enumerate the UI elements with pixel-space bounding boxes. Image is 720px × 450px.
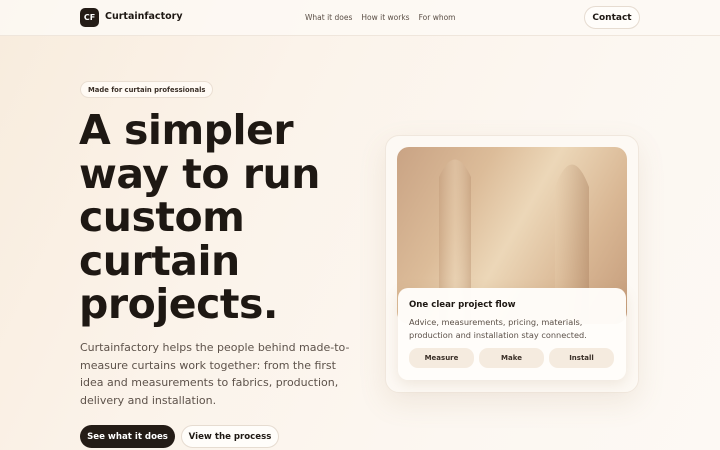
flow-card-description: Advice, measurements, pricing, materials… (409, 317, 587, 340)
headline-line: curtain (79, 236, 240, 285)
step-make: Make (479, 348, 544, 368)
view-the-process-button[interactable]: View the process (181, 425, 279, 448)
contact-button[interactable]: Contact (584, 6, 640, 29)
logo-mark[interactable]: CF (80, 8, 99, 27)
headline-line: projects. (79, 280, 278, 328)
top-nav: CF Curtainfactory What it does How it wo… (0, 0, 720, 36)
hero-headline: A simpler way to run custom curtain proj… (79, 106, 379, 328)
step-measure: Measure (409, 348, 474, 368)
project-flow-card: One clear project flow Advice, measureme… (398, 288, 626, 380)
hero-description: Curtainfactory helps the people behind m… (80, 341, 350, 407)
step-install: Install (549, 348, 614, 368)
see-what-it-does-button[interactable]: See what it does (80, 425, 175, 448)
eyebrow-badge: Made for curtain professionals (80, 81, 214, 98)
headline-line: custom (79, 193, 245, 241)
flow-card-title: One clear project flow (409, 300, 516, 310)
nav-link-what-it-does[interactable]: What it does (305, 13, 352, 22)
headline-line: A simpler (79, 106, 294, 154)
brand-name[interactable]: Curtainfactory (105, 11, 183, 22)
nav-links: What it does How it works For whom (305, 13, 455, 22)
flow-steps: Measure Make Install (409, 348, 614, 368)
nav-link-for-whom[interactable]: For whom (419, 13, 456, 22)
headline-line: way to run (79, 149, 320, 198)
nav-link-how-it-works[interactable]: How it works (361, 13, 409, 22)
